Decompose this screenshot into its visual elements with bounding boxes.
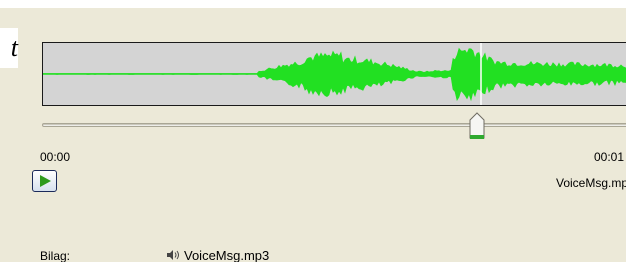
play-icon	[40, 175, 51, 187]
attachment-file-name: VoiceMsg.mp3	[184, 248, 270, 262]
attachment-label: Bilag:	[40, 249, 71, 262]
seek-track[interactable]	[42, 123, 626, 127]
player-file-name: VoiceMsg.mp3	[556, 176, 626, 190]
edge-text-fragment: t	[0, 28, 18, 68]
play-button[interactable]	[32, 170, 57, 192]
time-start: 00:00	[40, 150, 71, 164]
waveform-graph	[43, 43, 626, 105]
voice-message-page: t 00:00 00:01 VoiceMsg.mp3 Bilag: VoiceM…	[0, 0, 626, 262]
speaker-icon	[167, 250, 179, 260]
waveform-display[interactable]	[42, 42, 626, 106]
seek-thumb-handle[interactable]	[467, 110, 487, 142]
time-end: 00:01	[594, 150, 625, 164]
